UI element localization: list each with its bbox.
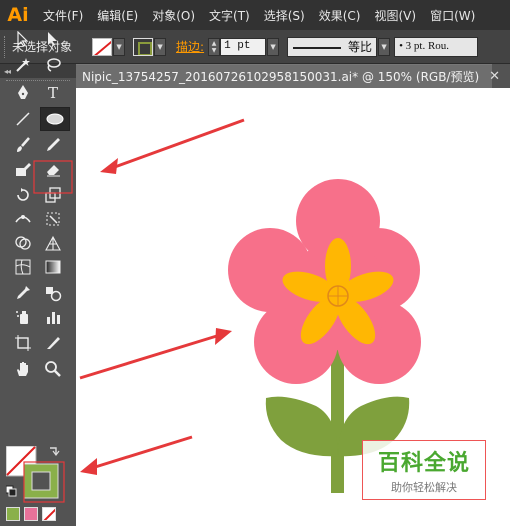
pen-tool-icon[interactable] bbox=[10, 82, 36, 104]
control-bar: 未选择对象 ▼ ▼ 描边: ▲ ▼ 1 pt ▼ 等比 ▼ • 3 pt. Rou… bbox=[0, 30, 510, 64]
profile-line-preview bbox=[293, 46, 342, 49]
color-mode-buttons bbox=[6, 507, 66, 521]
blob-brush-tool-icon[interactable] bbox=[10, 158, 36, 180]
none-mode-icon[interactable] bbox=[42, 507, 56, 521]
eyedropper-tool-icon[interactable] bbox=[10, 282, 36, 304]
artboard-tool-icon[interactable] bbox=[10, 332, 36, 354]
variable-width-profile[interactable]: 等比 bbox=[287, 36, 378, 57]
symbol-sprayer-tool-icon[interactable] bbox=[10, 306, 36, 328]
perspective-grid-tool-icon[interactable] bbox=[40, 232, 66, 254]
menu-effect[interactable]: 效果(C) bbox=[312, 7, 368, 24]
gradient-tool-icon[interactable] bbox=[40, 256, 66, 278]
menu-edit[interactable]: 编辑(E) bbox=[90, 7, 145, 24]
stroke-weight-stepper[interactable]: ▲ ▼ bbox=[208, 37, 221, 56]
direct-selection-tool-icon[interactable] bbox=[40, 28, 66, 50]
stroke-weight-dropdown[interactable]: ▼ bbox=[267, 37, 280, 56]
swap-fill-stroke-icon[interactable] bbox=[50, 447, 60, 456]
menu-window[interactable]: 窗口(W) bbox=[423, 7, 482, 24]
app-logo: Ai bbox=[7, 4, 29, 26]
shape-builder-tool-icon[interactable] bbox=[10, 232, 36, 254]
ellipse-tool-icon[interactable] bbox=[40, 107, 70, 131]
default-colors-icon[interactable] bbox=[5, 485, 17, 497]
line-segment-tool-icon[interactable] bbox=[10, 108, 36, 130]
selection-tool-icon[interactable] bbox=[10, 28, 36, 50]
mesh-tool-icon[interactable] bbox=[10, 256, 36, 278]
stroke-label[interactable]: 描边: bbox=[176, 38, 204, 55]
watermark-brand: 百科全说 bbox=[377, 451, 470, 476]
blend-tool-icon[interactable] bbox=[40, 282, 66, 304]
fill-stroke-widget bbox=[5, 445, 66, 500]
hand-tool-icon[interactable] bbox=[10, 358, 36, 380]
watermark-tagline: 助你轻松解决 bbox=[391, 481, 457, 494]
stroke-weight-field[interactable]: 1 pt bbox=[220, 37, 267, 56]
profile-dropdown[interactable]: ▼ bbox=[378, 37, 391, 56]
lasso-tool-icon[interactable] bbox=[40, 54, 66, 76]
document-title: Nipic_13754257_20160726102958150031.ai* … bbox=[82, 70, 480, 84]
stroke-dropdown[interactable]: ▼ bbox=[154, 37, 167, 56]
fill-dropdown[interactable]: ▼ bbox=[113, 37, 126, 56]
menu-select[interactable]: 选择(S) bbox=[257, 7, 312, 24]
brush-definition[interactable]: • 3 pt. Rou. bbox=[394, 36, 479, 57]
menu-object[interactable]: 对象(O) bbox=[145, 7, 202, 24]
eraser-tool-icon[interactable] bbox=[40, 158, 66, 180]
fill-none-swatch[interactable] bbox=[92, 37, 113, 56]
magic-wand-tool-icon[interactable] bbox=[10, 54, 36, 76]
gradient-mode-icon[interactable] bbox=[24, 507, 38, 521]
flower-center[interactable] bbox=[327, 285, 349, 307]
scale-tool-icon[interactable] bbox=[40, 184, 66, 206]
control-bar-grip[interactable] bbox=[4, 35, 8, 58]
free-transform-tool-icon[interactable] bbox=[40, 208, 66, 230]
menu-bar: Ai 文件(F) 编辑(E) 对象(O) 文字(T) 选择(S) 效果(C) 视… bbox=[0, 0, 510, 30]
rotate-tool-icon[interactable] bbox=[10, 184, 36, 206]
slice-tool-icon[interactable] bbox=[40, 332, 66, 354]
pencil-tool-icon[interactable] bbox=[40, 134, 66, 156]
stroke-color-icon[interactable] bbox=[23, 463, 59, 499]
document-tab[interactable]: Nipic_13754257_20160726102958150031.ai* … bbox=[76, 64, 500, 88]
type-tool-icon[interactable]: T bbox=[40, 82, 66, 104]
watermark-badge: 百科全说 助你轻松解决 bbox=[362, 440, 486, 500]
color-mode-icon[interactable] bbox=[6, 507, 20, 521]
menu-file[interactable]: 文件(F) bbox=[36, 7, 90, 24]
profile-label: 等比 bbox=[348, 40, 373, 54]
menu-view[interactable]: 视图(V) bbox=[367, 7, 423, 24]
column-graph-tool-icon[interactable] bbox=[40, 306, 66, 328]
stem[interactable] bbox=[331, 343, 344, 493]
stroke-swatch[interactable] bbox=[133, 37, 154, 56]
close-icon[interactable]: ✕ bbox=[489, 69, 500, 84]
document-tab-bar: Nipic_13754257_20160726102958150031.ai* … bbox=[76, 64, 510, 88]
menu-type[interactable]: 文字(T) bbox=[202, 7, 257, 24]
paintbrush-tool-icon[interactable] bbox=[10, 134, 36, 156]
zoom-tool-icon[interactable] bbox=[40, 358, 66, 380]
width-tool-icon[interactable] bbox=[10, 208, 36, 230]
